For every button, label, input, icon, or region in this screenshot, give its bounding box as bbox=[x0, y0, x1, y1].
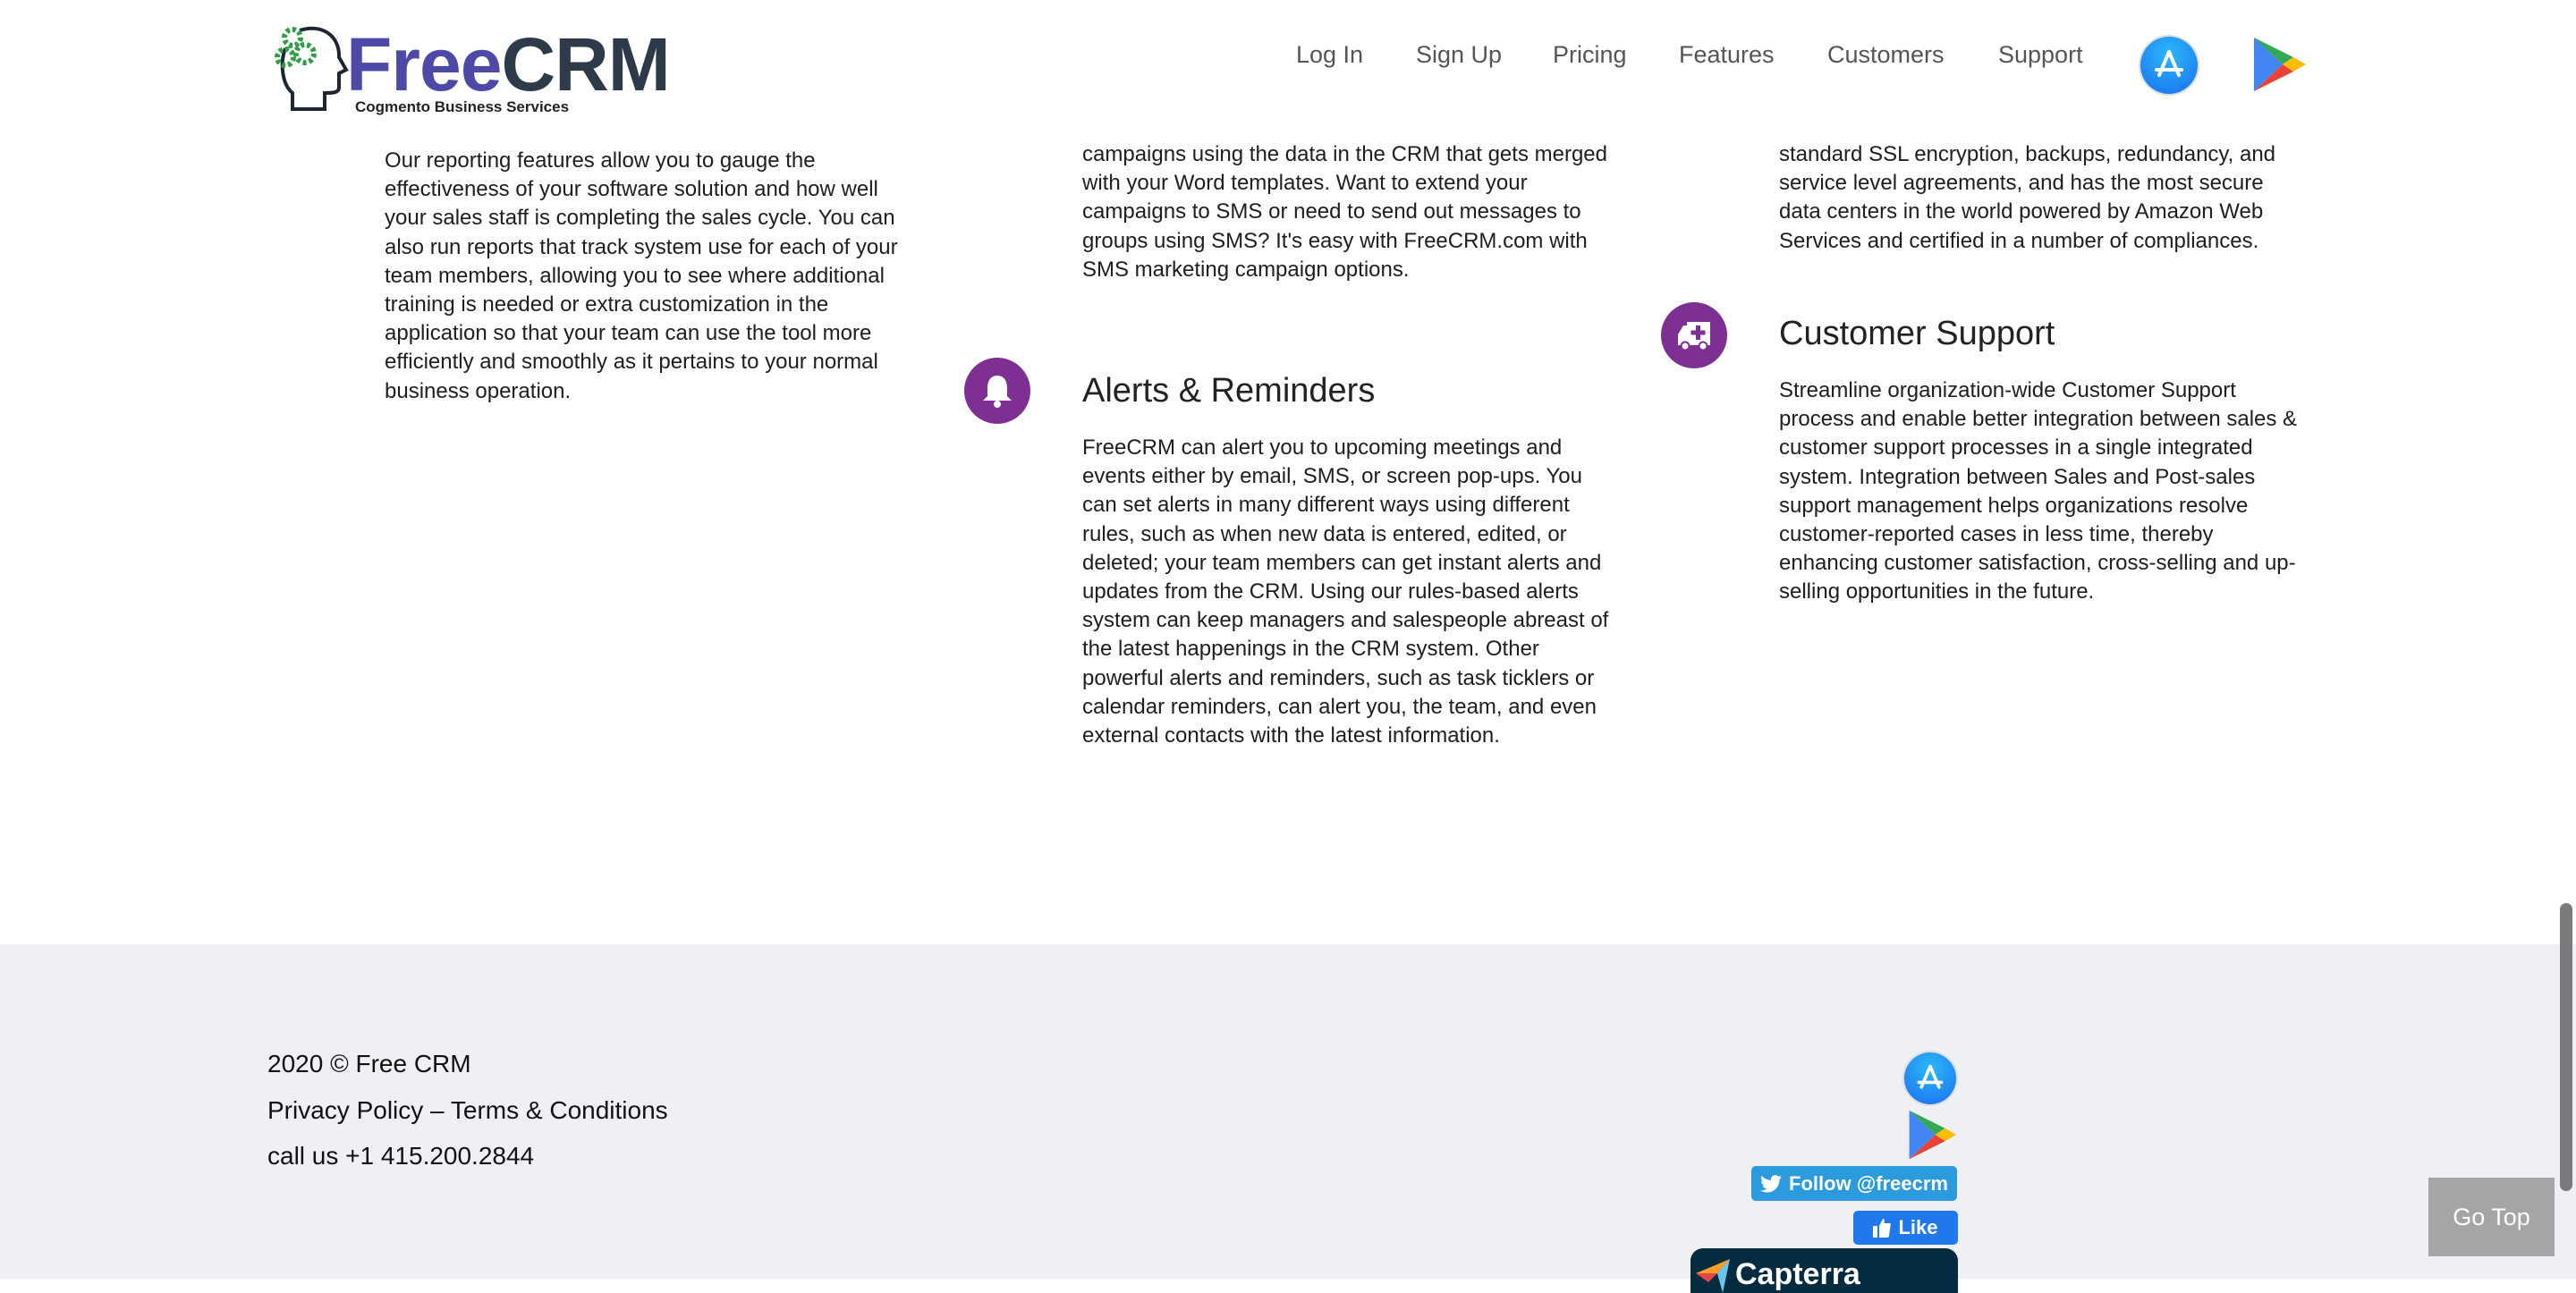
customer-support-description: Streamline organization-wide Customer Su… bbox=[1779, 378, 2298, 604]
twitter-follow-label: Follow @freecrm bbox=[1789, 1171, 1948, 1195]
app-store-icon[interactable] bbox=[2140, 37, 2198, 94]
google-play-icon[interactable] bbox=[2250, 36, 2308, 93]
twitter-bird-icon bbox=[1760, 1174, 1783, 1192]
logo-tagline: Cogmento Business Services bbox=[355, 98, 570, 115]
security-description: standard SSL encryption, backups, redund… bbox=[1779, 142, 2276, 253]
phone-number: call us +1 415.200.2844 bbox=[267, 1142, 535, 1170]
nav-sign-up[interactable]: Sign Up bbox=[1416, 39, 1502, 70]
logo-crm: CRM bbox=[501, 22, 670, 106]
logo-free: Free bbox=[346, 22, 502, 106]
footer-app-store-icon[interactable] bbox=[1904, 1052, 1956, 1104]
footer-links: Privacy Policy – Terms & Conditions bbox=[267, 1095, 668, 1126]
capterra-label: Capterra bbox=[1735, 1257, 1860, 1291]
customer-support-title: Customer Support bbox=[1779, 315, 2055, 352]
thumbs-up-icon bbox=[1873, 1219, 1892, 1238]
footer-google-play-icon[interactable] bbox=[1906, 1107, 1958, 1162]
nav-features[interactable]: Features bbox=[1679, 39, 1775, 70]
capterra-badge[interactable]: Capterra bbox=[1690, 1248, 1958, 1293]
copyright: 2020 © Free CRM bbox=[267, 1050, 471, 1078]
logo-wordmark: FreeCRM bbox=[346, 20, 671, 109]
nav-log-in[interactable]: Log In bbox=[1296, 39, 1363, 70]
facebook-like-button[interactable]: Like bbox=[1853, 1211, 1958, 1245]
twitter-follow-button[interactable]: Follow @freecrm bbox=[1751, 1166, 1957, 1201]
nav-pricing[interactable]: Pricing bbox=[1553, 39, 1627, 70]
ambulance-icon bbox=[1661, 302, 1727, 368]
head-gears-icon bbox=[275, 26, 349, 111]
alerts-reminders-description: FreeCRM can alert you to upcoming meetin… bbox=[1082, 435, 1609, 748]
go-top-button[interactable]: Go Top bbox=[2428, 1178, 2555, 1256]
link-separator: – bbox=[423, 1096, 451, 1124]
reporting-description: Our reporting features allow you to gaug… bbox=[385, 148, 898, 403]
capterra-logo-icon bbox=[1696, 1259, 1730, 1293]
nav-customers[interactable]: Customers bbox=[1827, 39, 1945, 70]
sms-campaign-description: campaigns using the data in the CRM that… bbox=[1082, 142, 1607, 282]
terms-link[interactable]: Terms & Conditions bbox=[451, 1096, 668, 1124]
alerts-reminders-title: Alerts & Reminders bbox=[1082, 372, 1376, 410]
facebook-like-label: Like bbox=[1898, 1216, 1938, 1238]
privacy-policy-link[interactable]: Privacy Policy bbox=[267, 1096, 423, 1124]
scrollbar-thumb[interactable] bbox=[2560, 903, 2572, 1191]
freecrm-logo[interactable]: FreeCRM Cogmento Business Services bbox=[273, 18, 684, 121]
bell-icon bbox=[964, 358, 1030, 424]
nav-support[interactable]: Support bbox=[1998, 39, 2083, 70]
